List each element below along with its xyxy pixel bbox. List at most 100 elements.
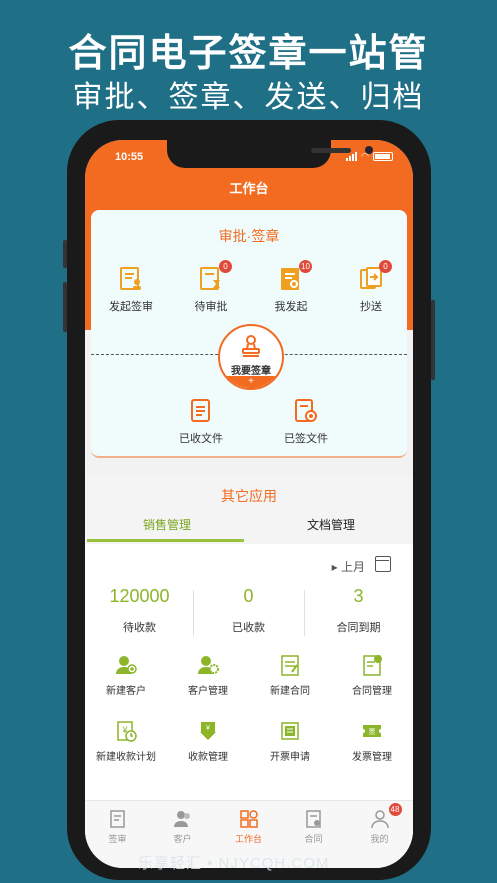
tab-workbench[interactable]: 工作台 bbox=[216, 809, 281, 845]
tile-label: 已签文件 bbox=[284, 433, 328, 445]
tab-label: 客户 bbox=[173, 834, 192, 844]
tab-sales[interactable]: 销售管理 bbox=[85, 516, 249, 533]
stat-value: 3 bbox=[353, 586, 364, 606]
phone-side-button bbox=[63, 282, 67, 332]
stat-label: 合同到期 bbox=[336, 622, 381, 634]
tile-label: 发起签审 bbox=[109, 301, 153, 313]
contract-icon bbox=[304, 809, 324, 829]
tile-signed-file[interactable]: 已签文件 bbox=[271, 398, 341, 446]
new-contract-icon bbox=[279, 654, 301, 676]
stamp-icon bbox=[242, 335, 260, 357]
badge: 10 bbox=[299, 260, 312, 273]
month-label: 上月 bbox=[340, 560, 365, 574]
speaker bbox=[311, 148, 351, 153]
signal-icon bbox=[346, 152, 358, 161]
app-contract-manage[interactable]: 合同管理 bbox=[331, 654, 413, 697]
tab-customers[interactable]: 客户 bbox=[150, 809, 215, 845]
tab-profile[interactable]: 48 我的 bbox=[347, 803, 412, 845]
tab-label: 我的 bbox=[370, 834, 389, 844]
app-label: 开票申请 bbox=[270, 752, 310, 763]
profile-icon: 48 bbox=[370, 803, 402, 829]
received-file-icon bbox=[188, 398, 214, 424]
tab-label: 合同 bbox=[304, 834, 323, 844]
app-customer-manage[interactable]: 客户管理 bbox=[167, 654, 249, 697]
other-apps-header: 其它应用 销售管理 文档管理 bbox=[85, 476, 413, 544]
approval-card: 审批·签章 发起签审 0 待审批 10 我发起 0 抄送 我要签章 + 已收文件… bbox=[91, 210, 407, 458]
watermark: 乐享轻汇 • NJYCQH.COM bbox=[138, 855, 330, 872]
initiate-sign-icon bbox=[118, 266, 144, 292]
invoice-manage-icon: 票 bbox=[361, 720, 383, 742]
status-icons: ◠ bbox=[346, 151, 393, 162]
customers-icon bbox=[173, 809, 193, 829]
stamp-button[interactable]: 我要签章 + bbox=[218, 324, 284, 390]
badge: 0 bbox=[219, 260, 232, 273]
app-screen: 10:55 ◠ 工作台 审批·签章 发起签审 0 待审批 10 我发起 0 抄送… bbox=[85, 140, 413, 868]
sign-review-icon bbox=[108, 809, 128, 829]
stamp-label: 我要签章 bbox=[231, 366, 271, 377]
plus-icon: + bbox=[220, 376, 282, 388]
hero-title: 合同电子签章一站管 bbox=[68, 31, 429, 75]
contract-manage-icon bbox=[361, 654, 383, 676]
signed-file-icon bbox=[293, 398, 319, 424]
payment-plan-icon: ¥ bbox=[115, 720, 137, 742]
customer-manage-icon bbox=[197, 654, 219, 676]
tile-label: 抄送 bbox=[360, 301, 382, 313]
phone-side-button bbox=[63, 240, 67, 268]
app-label: 客户管理 bbox=[188, 686, 228, 697]
stat-label: 已收款 bbox=[232, 622, 265, 634]
app-new-contract[interactable]: 新建合同 bbox=[249, 654, 331, 697]
tab-sign-review[interactable]: 签审 bbox=[85, 809, 150, 845]
workbench-icon bbox=[239, 809, 259, 829]
app-new-customer[interactable]: 新建客户 bbox=[85, 654, 167, 697]
battery-icon bbox=[373, 152, 393, 161]
calendar-icon[interactable] bbox=[375, 556, 391, 572]
stat-expiring[interactable]: 3 合同到期 bbox=[304, 586, 413, 635]
app-label: 发票管理 bbox=[352, 752, 392, 763]
tab-label: 工作台 bbox=[234, 834, 262, 844]
tile-cc[interactable]: 0 抄送 bbox=[336, 260, 406, 314]
tile-label: 我发起 bbox=[274, 301, 308, 313]
app-payment-plan[interactable]: ¥ 新建收款计划 bbox=[85, 720, 167, 763]
hero-subtitle: 审批、签章、发送、归档 bbox=[72, 80, 425, 115]
phone-side-button bbox=[431, 300, 435, 380]
tab-label: 签审 bbox=[108, 834, 127, 844]
app-collection-manage[interactable]: ¥ 收款管理 bbox=[167, 720, 249, 763]
tile-received-file[interactable]: 已收文件 bbox=[166, 398, 236, 446]
stat-value: 0 bbox=[243, 586, 254, 606]
tile-initiate-sign[interactable]: 发起签审 bbox=[96, 266, 166, 314]
badge: 0 bbox=[379, 260, 392, 273]
page-title: 工作台 bbox=[229, 181, 269, 196]
stat-value: 120000 bbox=[109, 586, 170, 606]
other-apps-title: 其它应用 bbox=[221, 488, 277, 504]
month-selector[interactable]: ▸ 上月 bbox=[332, 558, 365, 575]
app-label: 新建收款计划 bbox=[96, 752, 156, 763]
app-invoice-manage[interactable]: 票 发票管理 bbox=[331, 720, 413, 763]
tile-pending-approval[interactable]: 0 待审批 bbox=[176, 260, 246, 314]
cc-icon: 0 bbox=[358, 260, 392, 292]
collection-manage-icon: ¥ bbox=[197, 720, 219, 742]
stat-received[interactable]: 0 已收款 bbox=[194, 586, 303, 635]
notch bbox=[167, 140, 373, 168]
svg-text:票: 票 bbox=[369, 728, 376, 736]
app-label: 合同管理 bbox=[352, 686, 392, 697]
new-customer-icon bbox=[115, 654, 137, 676]
tile-my-initiated[interactable]: 10 我发起 bbox=[256, 260, 326, 314]
app-invoice-apply[interactable]: 开票申请 bbox=[249, 720, 331, 763]
invoice-apply-icon bbox=[279, 720, 301, 742]
stats-row: 120000 待收款 0 已收款 3 合同到期 bbox=[85, 586, 413, 646]
app-label: 新建客户 bbox=[106, 686, 146, 697]
wifi-icon: ◠ bbox=[361, 151, 369, 161]
tile-label: 已收文件 bbox=[179, 433, 223, 445]
app-label: 新建合同 bbox=[270, 686, 310, 697]
pending-approval-icon: 0 bbox=[198, 260, 232, 292]
app-label: 收款管理 bbox=[188, 752, 228, 763]
play-icon: ▸ bbox=[331, 560, 338, 574]
stat-pending[interactable]: 120000 待收款 bbox=[85, 586, 194, 635]
badge: 48 bbox=[388, 803, 402, 816]
tab-documents[interactable]: 文档管理 bbox=[249, 516, 413, 533]
svg-text:¥: ¥ bbox=[206, 725, 210, 732]
tab-indicator bbox=[87, 539, 244, 542]
status-time: 10:55 bbox=[115, 151, 144, 163]
approval-title: 审批·签章 bbox=[218, 228, 280, 244]
tab-contract[interactable]: 合同 bbox=[281, 809, 346, 845]
